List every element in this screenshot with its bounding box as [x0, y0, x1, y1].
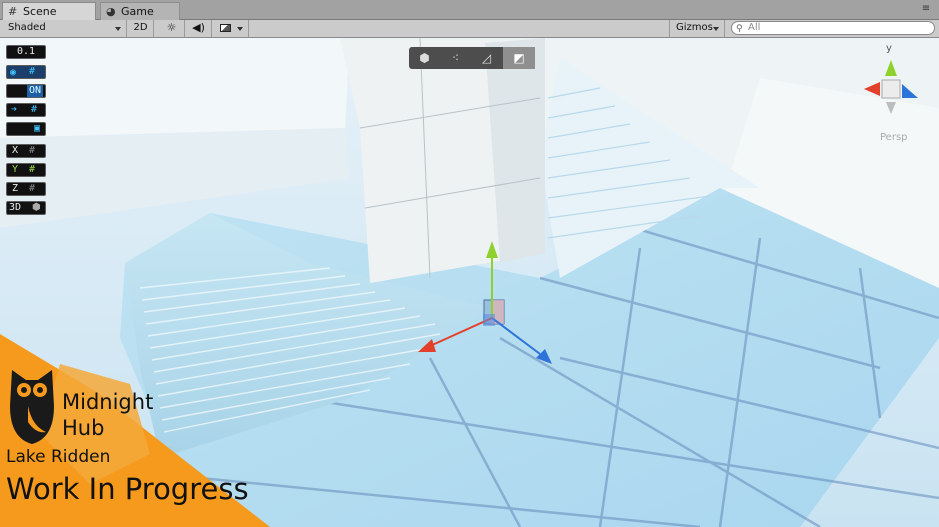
edge-icon: ◿ — [481, 51, 492, 65]
gizmos-dropdown[interactable]: Gizmos — [669, 20, 725, 37]
lighting-toggle[interactable]: ☼ — [159, 20, 185, 37]
snap-on-label: ON — [26, 85, 43, 97]
brand-line2: Hub — [62, 416, 105, 440]
project-name: Lake Ridden — [6, 447, 111, 467]
face-mode-button[interactable]: ◩ — [503, 47, 535, 69]
axis-y-label: Y — [12, 164, 19, 175]
owl-logo-icon — [10, 370, 54, 444]
arrow-right-icon: ➔ — [11, 104, 18, 115]
face-icon: ◩ — [513, 51, 525, 65]
gizmos-label: Gizmos — [676, 22, 713, 33]
mode-2d-label: 2D — [133, 22, 148, 33]
speaker-icon: ◀) — [192, 21, 205, 34]
grid-hash-icon: # — [29, 183, 36, 194]
scene-toolbar: Shaded 2D ☼ ◀) Gizmos ⚲ All — [0, 20, 939, 38]
persp-label: Persp — [880, 132, 908, 143]
axis-x-label: X — [12, 145, 19, 156]
tab-scene[interactable]: # Scene — [2, 2, 96, 20]
grid-visibility-toggle[interactable]: ◉ # — [6, 65, 46, 79]
shape-icon: ⬢ — [419, 51, 430, 65]
shield-icon: ⬢ — [32, 202, 41, 213]
axis-y-toggle[interactable]: Y # — [6, 163, 46, 177]
draw-mode-label: Shaded — [8, 22, 46, 33]
pacman-icon: ◕ — [106, 5, 116, 18]
audio-toggle[interactable]: ◀) — [186, 20, 212, 37]
snap-value: 0.1 — [16, 46, 36, 57]
tab-game[interactable]: ◕ Game — [100, 2, 180, 20]
search-placeholder: All — [748, 22, 761, 33]
snap-value-field[interactable]: 0.1 — [6, 45, 46, 59]
sun-icon: ☼ — [166, 21, 177, 34]
grid-hash-icon: # — [29, 145, 36, 156]
axis-cone-icon — [864, 60, 918, 114]
eye-icon: ◉ — [10, 67, 17, 78]
selection-mode-toolbar: ⬢ ⁖ ◿ ◩ — [409, 47, 535, 69]
grid-icon: # — [8, 5, 18, 18]
orientation-gizmo[interactable]: y Persp — [856, 43, 926, 143]
hierarchy-search-input[interactable]: ⚲ All — [731, 21, 935, 35]
tab-game-label: Game — [121, 5, 154, 18]
vertex-icon: ⁖ — [451, 51, 460, 65]
mode-3d-toggle[interactable]: 3D ⬢ — [6, 201, 46, 215]
lock-icon: ▣ — [33, 123, 40, 134]
axis-z-toggle[interactable]: Z # — [6, 182, 46, 196]
grid-hash-icon: # — [31, 104, 38, 115]
edge-mode-button[interactable]: ◿ — [471, 47, 502, 69]
mode-2d-button[interactable]: 2D — [128, 20, 154, 37]
mode-3d-label: 3D — [9, 202, 22, 213]
axis-z-label: Z — [12, 183, 19, 194]
draw-mode-dropdown[interactable]: Shaded — [0, 20, 127, 37]
editor-tab-bar: # Scene ◕ Game ≡ — [0, 0, 939, 20]
object-mode-button[interactable]: ⬢ — [409, 47, 440, 69]
wip-banner: Midnight Hub Lake Ridden Work In Progres… — [0, 334, 290, 527]
scene-viewport[interactable]: 0.1 ◉ # ON ➔ # ▣ X # Y # Z # 3D ⬢ ⬢ ⁖ ◿ … — [0, 38, 939, 527]
effects-dropdown[interactable] — [213, 20, 249, 37]
tab-menu-icon[interactable]: ≡ — [919, 2, 933, 16]
brand-line1: Midnight — [62, 390, 154, 414]
grid-hash-icon: # — [29, 66, 36, 77]
search-icon: ⚲ — [736, 24, 743, 34]
orientation-y-label: y — [886, 43, 892, 54]
snap-toggle[interactable]: ON — [6, 84, 46, 98]
tab-scene-label: Scene — [23, 5, 57, 18]
status-title: Work In Progress — [6, 472, 249, 506]
axis-x-toggle[interactable]: X # — [6, 144, 46, 158]
lock-grid-toggle[interactable]: ▣ — [6, 122, 46, 136]
vertex-mode-button[interactable]: ⁖ — [440, 47, 471, 69]
image-icon — [220, 24, 231, 32]
grid-hash-icon: # — [29, 164, 36, 175]
push-to-grid-button[interactable]: ➔ # — [6, 103, 46, 117]
